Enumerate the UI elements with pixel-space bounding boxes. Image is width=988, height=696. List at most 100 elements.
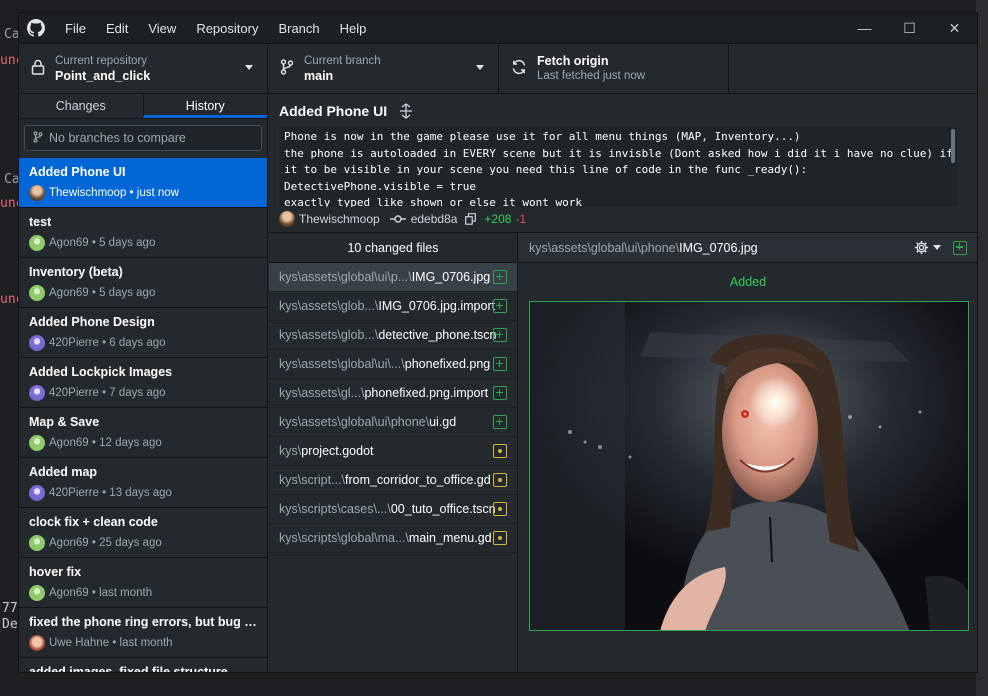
- menu-file[interactable]: File: [55, 13, 96, 44]
- expand-icon[interactable]: [399, 103, 413, 119]
- branch-compare-input[interactable]: No branches to compare: [24, 125, 262, 151]
- file-row[interactable]: kys\scripts\cases\...\ 00_tuto_office.tsc…: [269, 495, 517, 524]
- menu-branch[interactable]: Branch: [268, 13, 329, 44]
- avatar: [279, 211, 295, 227]
- file-name: IMG_0706.jpg.import: [378, 299, 496, 313]
- file-added-icon: [493, 270, 507, 284]
- commit-item[interactable]: Added Lockpick Images 420Pierre • 7 days …: [19, 358, 267, 408]
- chevron-down-icon: [933, 245, 941, 250]
- menu-repository[interactable]: Repository: [186, 13, 268, 44]
- avatar: [29, 635, 45, 651]
- file-row[interactable]: kys\assets\global\ui\phone\ ui.gd: [269, 408, 517, 437]
- current-repository-button[interactable]: Current repository Point_and_click: [19, 44, 268, 93]
- repo-name: Point_and_click: [55, 68, 151, 83]
- commit-item[interactable]: Added map 420Pierre • 13 days ago: [19, 458, 267, 508]
- menu-view[interactable]: View: [138, 13, 186, 44]
- commit-meta: Thewischmoop edebd8a +208 -1: [279, 211, 967, 227]
- diff-path-dir: kys\assets\global\ui\phone\: [529, 240, 680, 255]
- meta-separator: •: [88, 237, 100, 249]
- commit-item-author: Thewischmoop: [49, 187, 127, 199]
- commit-item[interactable]: clock fix + clean code Agon69 • 25 days a…: [19, 508, 267, 558]
- gear-icon[interactable]: [914, 240, 941, 255]
- commit-item-title: clock fix + clean code: [29, 515, 158, 529]
- deletions-count: -1: [515, 212, 527, 226]
- file-row[interactable]: kys\assets\glob...\ detective_phone.tscn: [269, 321, 517, 350]
- tab-changes[interactable]: Changes: [19, 95, 143, 118]
- changed-files-header: 10 changed files: [269, 233, 517, 263]
- commit-item-author: 420Pierre: [49, 337, 99, 349]
- bg-text: 77: [2, 601, 18, 616]
- file-row[interactable]: kys\assets\global\ui\...\ phonefixed.png: [269, 350, 517, 379]
- commit-item-meta: Agon69 • 5 days ago: [29, 235, 257, 251]
- commit-item[interactable]: Inventory (beta) Agon69 • 5 days ago: [19, 258, 267, 308]
- commit-item[interactable]: Map & Save Agon69 • 12 days ago: [19, 408, 267, 458]
- lock-icon: [31, 59, 45, 78]
- fetch-label: Fetch origin: [537, 53, 609, 68]
- plus-square-icon: [953, 240, 967, 255]
- commit-item-meta: Agon69 • last month: [29, 585, 257, 601]
- file-dir: kys\scripts\global\ma...\: [279, 531, 409, 545]
- file-row[interactable]: kys\ project.godot: [269, 437, 517, 466]
- commit-item-time: 5 days ago: [99, 287, 156, 299]
- commit-item-title: Added Phone UI: [29, 165, 126, 179]
- copy-icon[interactable]: [465, 213, 477, 225]
- additions-count: +208: [484, 212, 512, 226]
- close-button[interactable]: ✕: [932, 13, 977, 44]
- description-scrollbar[interactable]: [951, 129, 955, 163]
- commit-icon: [389, 214, 406, 224]
- commit-item[interactable]: fixed the phone ring errors, but bug is …: [19, 608, 267, 658]
- menu-help[interactable]: Help: [330, 13, 377, 44]
- file-dir: kys\scripts\cases\...\: [279, 502, 391, 516]
- file-dir: kys\assets\global\ui\...\: [279, 357, 405, 371]
- commit-description-line: exactly typed like shown or else it wont…: [284, 196, 583, 207]
- main-panel: Added Phone UI Phone is now in the game …: [269, 95, 977, 672]
- branch-name: main: [304, 68, 334, 83]
- file-added-icon: [493, 299, 507, 313]
- file-row[interactable]: kys\scripts\global\ma...\ main_menu.gd: [269, 524, 517, 553]
- commit-item-time: 6 days ago: [109, 337, 166, 349]
- maximize-button[interactable]: ☐: [887, 13, 932, 44]
- commit-description-line: it to be visible in your scene you need …: [284, 163, 808, 176]
- commit-item[interactable]: Added Phone UI Thewischmoop • just now: [19, 158, 267, 208]
- file-row[interactable]: kys\script...\ from_corridor_to_office.gd: [269, 466, 517, 495]
- commit-item-time: last month: [119, 637, 173, 649]
- github-desktop-window: File Edit View Repository Branch Help — …: [18, 12, 978, 673]
- commit-item-meta: Agon69 • 25 days ago: [29, 535, 257, 551]
- commit-item-author: Uwe Hahne: [49, 637, 110, 649]
- commit-item-time: just now: [136, 187, 179, 199]
- file-row[interactable]: kys\assets\global\ui\p...\ IMG_0706.jpg: [269, 263, 517, 292]
- file-added-icon: [493, 328, 507, 342]
- toolbar: Current repository Point_and_click Curre…: [19, 44, 977, 94]
- file-added-icon: [493, 415, 507, 429]
- commit-item[interactable]: added images, fixed file structure: [19, 658, 267, 672]
- file-name: from_corridor_to_office.gd: [344, 473, 491, 487]
- commit-item-author: Agon69: [49, 287, 89, 299]
- avatar: [29, 235, 45, 251]
- changed-files-panel: 10 changed files kys\assets\global\ui\p.…: [269, 233, 518, 672]
- file-dir: kys\assets\glob...\: [279, 299, 379, 313]
- minimize-button[interactable]: —: [842, 13, 887, 44]
- commit-item-meta: Thewischmoop • just now: [29, 185, 257, 201]
- commit-item[interactable]: hover fix Agon69 • last month: [19, 558, 267, 608]
- commit-item-time: last month: [99, 587, 153, 599]
- commit-item[interactable]: test Agon69 • 5 days ago: [19, 208, 267, 258]
- bg-text: De: [2, 617, 18, 632]
- file-name: detective_phone.tscn: [378, 328, 497, 342]
- tab-history[interactable]: History: [142, 95, 267, 118]
- menu-edit[interactable]: Edit: [96, 13, 138, 44]
- repo-label: Current repository: [55, 54, 148, 67]
- commit-description-line: DetectivePhone.visible = true: [284, 179, 477, 193]
- diff-header: kys\assets\global\ui\phone\ IMG_0706.jpg: [519, 233, 977, 263]
- commit-item[interactable]: Added Phone Design 420Pierre • 6 days ago: [19, 308, 267, 358]
- file-row[interactable]: kys\assets\gl...\ phonefixed.png.import: [269, 379, 517, 408]
- file-row[interactable]: kys\assets\glob...\ IMG_0706.jpg.import: [269, 292, 517, 321]
- meta-separator: •: [88, 437, 100, 449]
- title-bar: File Edit View Repository Branch Help — …: [19, 13, 977, 44]
- commit-description-line: Phone is now in the game please use it f…: [284, 130, 801, 143]
- branch-icon: [33, 130, 43, 146]
- commit-item-meta: Agon69 • 5 days ago: [29, 285, 257, 301]
- fetch-origin-button[interactable]: Fetch origin Last fetched just now: [499, 44, 729, 93]
- commit-item-author: Agon69: [49, 537, 89, 549]
- current-branch-button[interactable]: Current branch main: [268, 44, 499, 93]
- commit-item-meta: 420Pierre • 13 days ago: [29, 485, 257, 501]
